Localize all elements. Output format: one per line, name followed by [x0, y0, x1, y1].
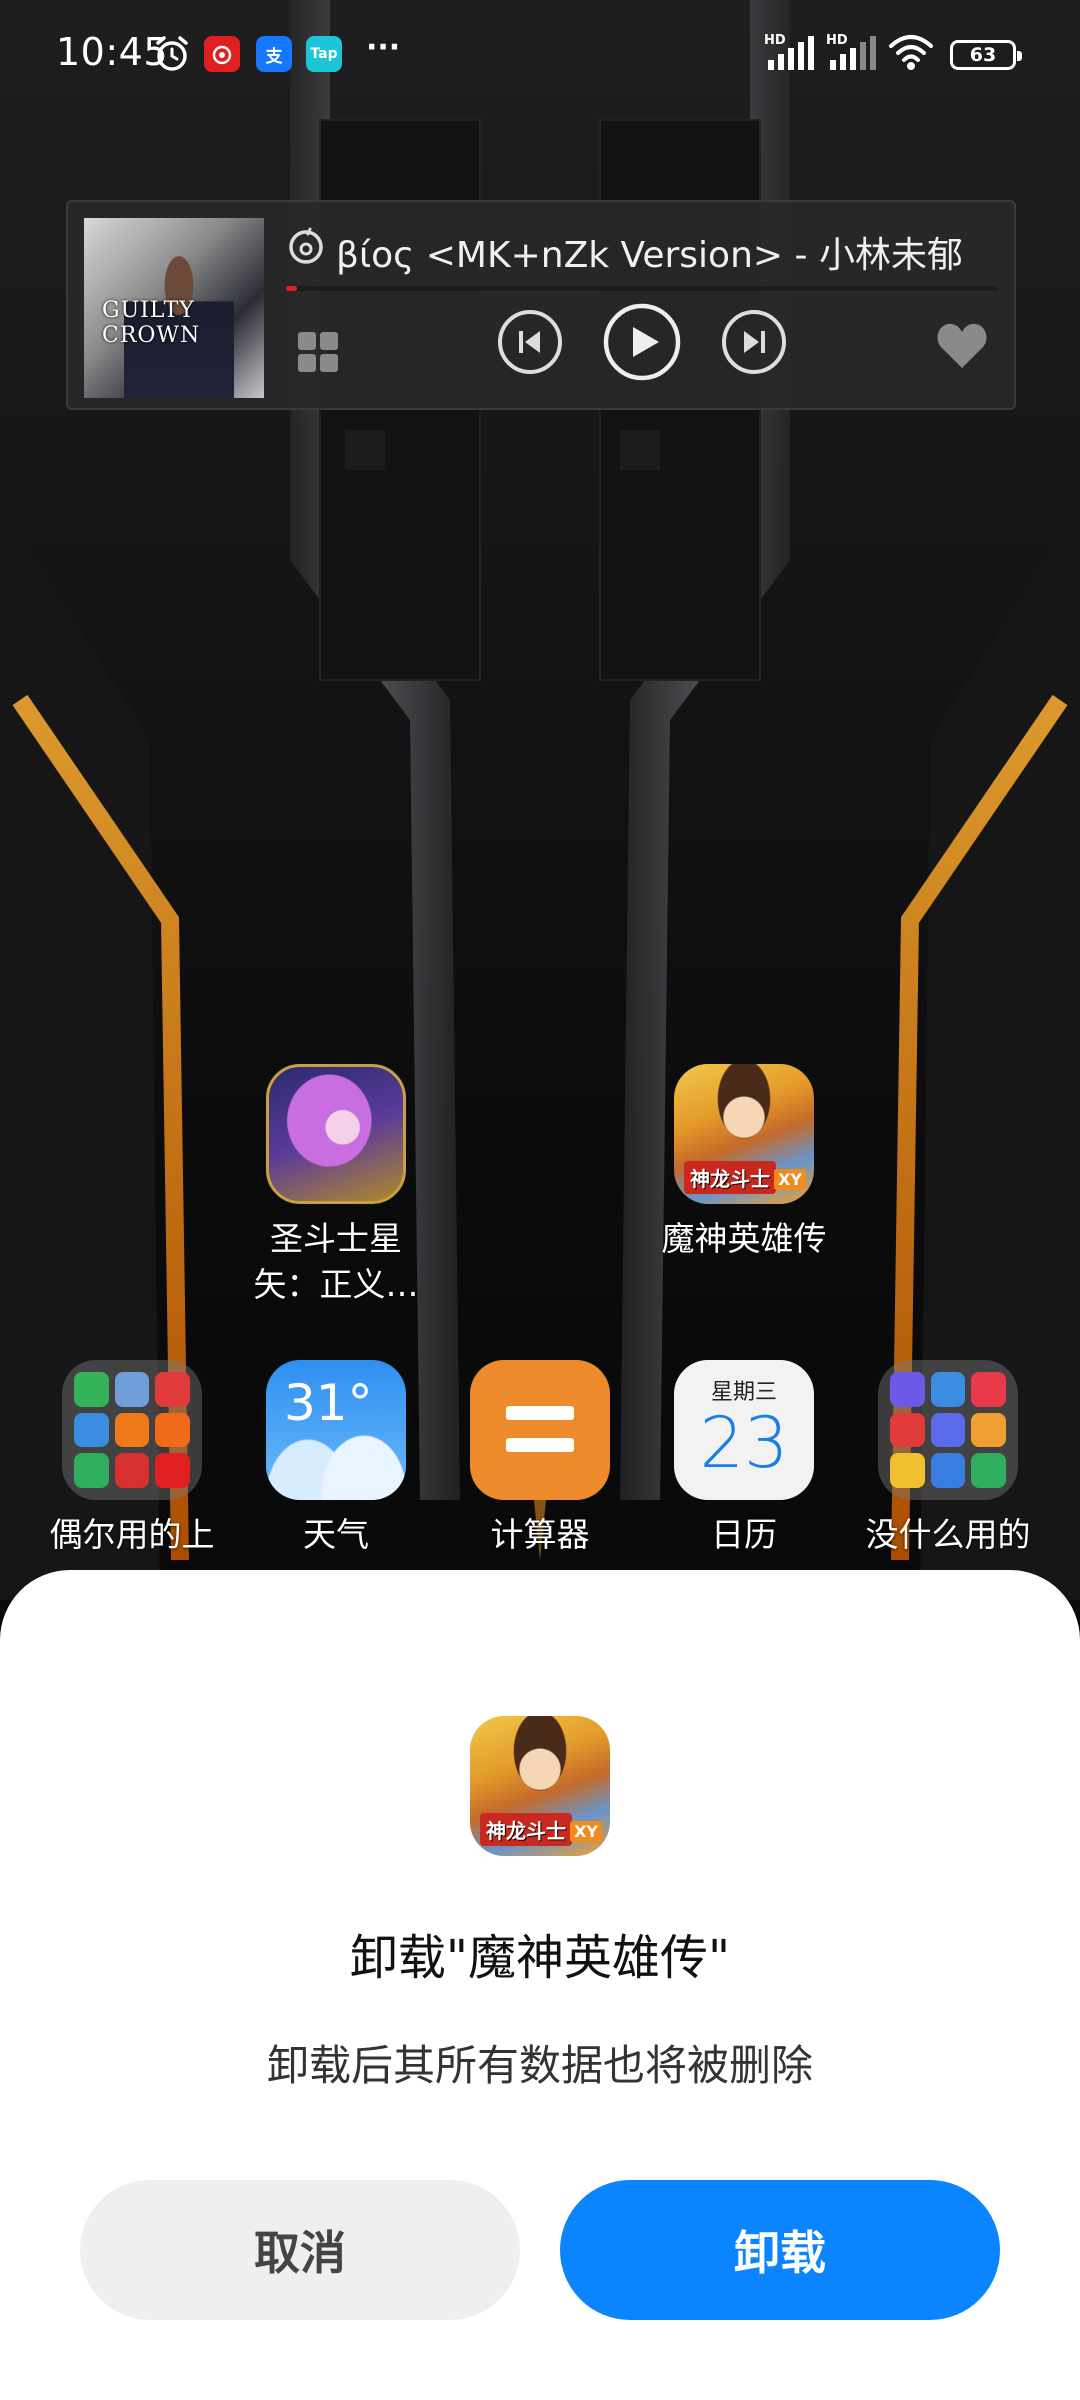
folder-icon: [878, 1360, 1018, 1500]
calendar-day: 23: [699, 1402, 789, 1484]
music-widget[interactable]: GUILTY CROWN βίος <MK+nZk Version> - 小林未…: [66, 200, 1016, 410]
netease-music-icon: [204, 36, 240, 72]
alarm-icon: [156, 36, 188, 71]
app-label-line1: 魔神英雄传: [661, 1219, 827, 1258]
app-label-line2: 矢：正义…: [253, 1265, 419, 1304]
uninstall-button[interactable]: 卸载: [560, 2180, 1000, 2320]
wifi-icon: [889, 35, 933, 70]
battery-indicator: 63: [950, 40, 1022, 70]
app-calculator[interactable]: 计算器: [440, 1360, 640, 1558]
app-label: 圣斗士星 矢：正义…: [236, 1216, 436, 1308]
weather-temp: 31°: [284, 1374, 373, 1432]
song-title: βίος <MK+nZk Version> - 小林未郁: [336, 235, 963, 276]
play-button[interactable]: [602, 302, 682, 382]
status-bar: 10:45 支 Tap ··· HD HD 63: [0, 0, 1080, 110]
weather-icon: 31°: [266, 1360, 406, 1500]
app-saint-seiya[interactable]: 圣斗士星 矢：正义…: [236, 1064, 436, 1308]
folder-icon: [62, 1360, 202, 1500]
svg-text:HD: HD: [826, 33, 848, 48]
app-label: 偶尔用的上: [49, 1515, 215, 1554]
svg-text:HD: HD: [764, 33, 786, 48]
uninstall-dialog: 神龙斗士 XY 卸载"魔神英雄传" 卸载后其所有数据也将被删除 取消 卸载: [0, 1570, 1080, 2400]
app-calendar[interactable]: 星期三 23 日历: [644, 1360, 844, 1558]
app-label: 计算器: [490, 1515, 590, 1554]
dialog-title: 卸载"魔神英雄传": [349, 1930, 731, 1986]
app-label: 没什么用的: [865, 1515, 1031, 1554]
app-weather[interactable]: 31° 天气: [236, 1360, 436, 1558]
dialog-message: 卸载后其所有数据也将被删除: [266, 2041, 813, 2090]
mashin-hero-icon: 神龙斗士 XY: [674, 1064, 814, 1204]
app-label: 天气: [303, 1515, 369, 1554]
taptap-icon: Tap: [306, 36, 342, 72]
previous-button[interactable]: [496, 308, 564, 376]
album-art[interactable]: GUILTY CROWN: [84, 218, 264, 398]
calendar-icon: 星期三 23: [674, 1360, 814, 1500]
battery-level: 63: [969, 44, 997, 66]
signal-icon: HD: [764, 33, 814, 70]
netease-logo-icon: [289, 227, 323, 264]
game-xy: XY: [774, 1169, 806, 1190]
folder-grid: [890, 1372, 1006, 1488]
game-art: 神龙斗士 XY: [470, 1716, 610, 1856]
folder-misc[interactable]: 没什么用的: [848, 1360, 1048, 1558]
cancel-button[interactable]: 取消: [80, 2180, 520, 2320]
game-tag: 神龙斗士: [480, 1813, 572, 1846]
next-button[interactable]: [720, 308, 788, 376]
app-label-line1: 圣斗士星: [270, 1219, 402, 1258]
folder-occasional[interactable]: 偶尔用的上: [32, 1360, 232, 1558]
game-xy: XY: [570, 1821, 602, 1842]
calculator-icon: [470, 1360, 610, 1500]
game-tag: 神龙斗士: [684, 1161, 776, 1194]
more-notifications-icon: ···: [366, 30, 401, 65]
taptap-label: Tap: [310, 46, 338, 62]
saint-seiya-icon: [266, 1064, 406, 1204]
app-mashin-hero[interactable]: 神龙斗士 XY 魔神英雄传: [644, 1064, 844, 1262]
alipay-icon: 支: [256, 36, 292, 72]
progress-bar[interactable]: [286, 286, 998, 291]
signal-icon-2: HD: [826, 33, 876, 70]
alipay-label: 支: [265, 46, 283, 67]
app-label: 日历: [711, 1515, 777, 1554]
app-label: 魔神英雄传: [644, 1216, 844, 1262]
progress-fill: [286, 286, 297, 291]
like-heart-icon[interactable]: [936, 322, 988, 370]
uninstall-app-icon: 神龙斗士 XY: [470, 1716, 610, 1856]
widget-grid-icon[interactable]: [296, 330, 340, 374]
album-text: GUILTY CROWN: [102, 298, 201, 348]
folder-grid: [74, 1372, 190, 1488]
game-art: 神龙斗士 XY: [674, 1064, 814, 1204]
